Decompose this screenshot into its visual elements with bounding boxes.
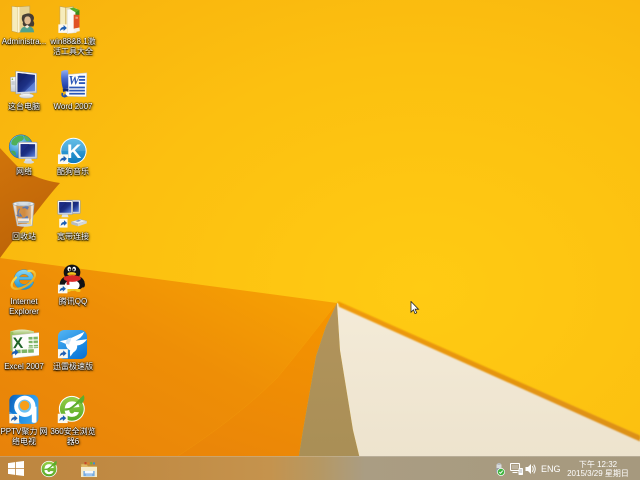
svg-text:K: K	[67, 141, 82, 163]
svg-text:W: W	[68, 74, 80, 88]
